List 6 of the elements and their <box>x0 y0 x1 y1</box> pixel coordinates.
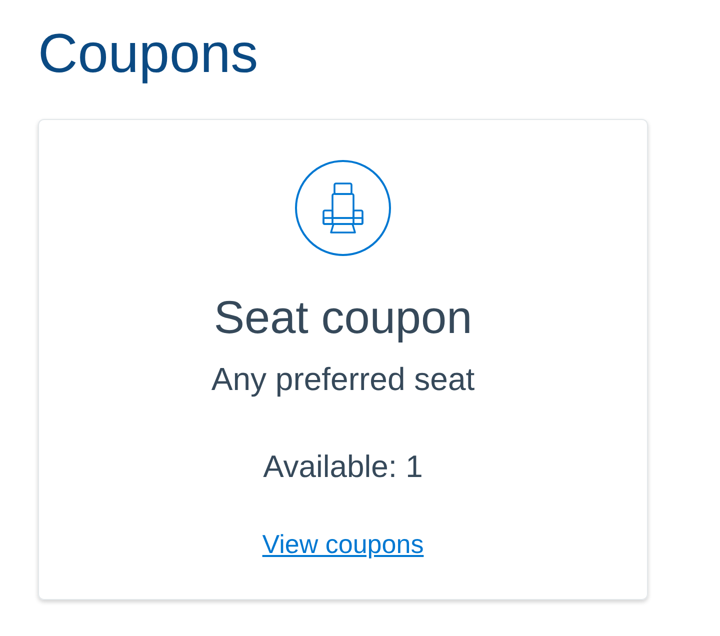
seat-icon <box>295 160 391 256</box>
availability-text: Available: 1 <box>263 449 423 485</box>
coupon-description: Any preferred seat <box>211 360 475 398</box>
view-coupons-link[interactable]: View coupons <box>262 528 424 560</box>
page-title: Coupons <box>38 21 258 85</box>
coupon-title: Seat coupon <box>214 291 472 343</box>
